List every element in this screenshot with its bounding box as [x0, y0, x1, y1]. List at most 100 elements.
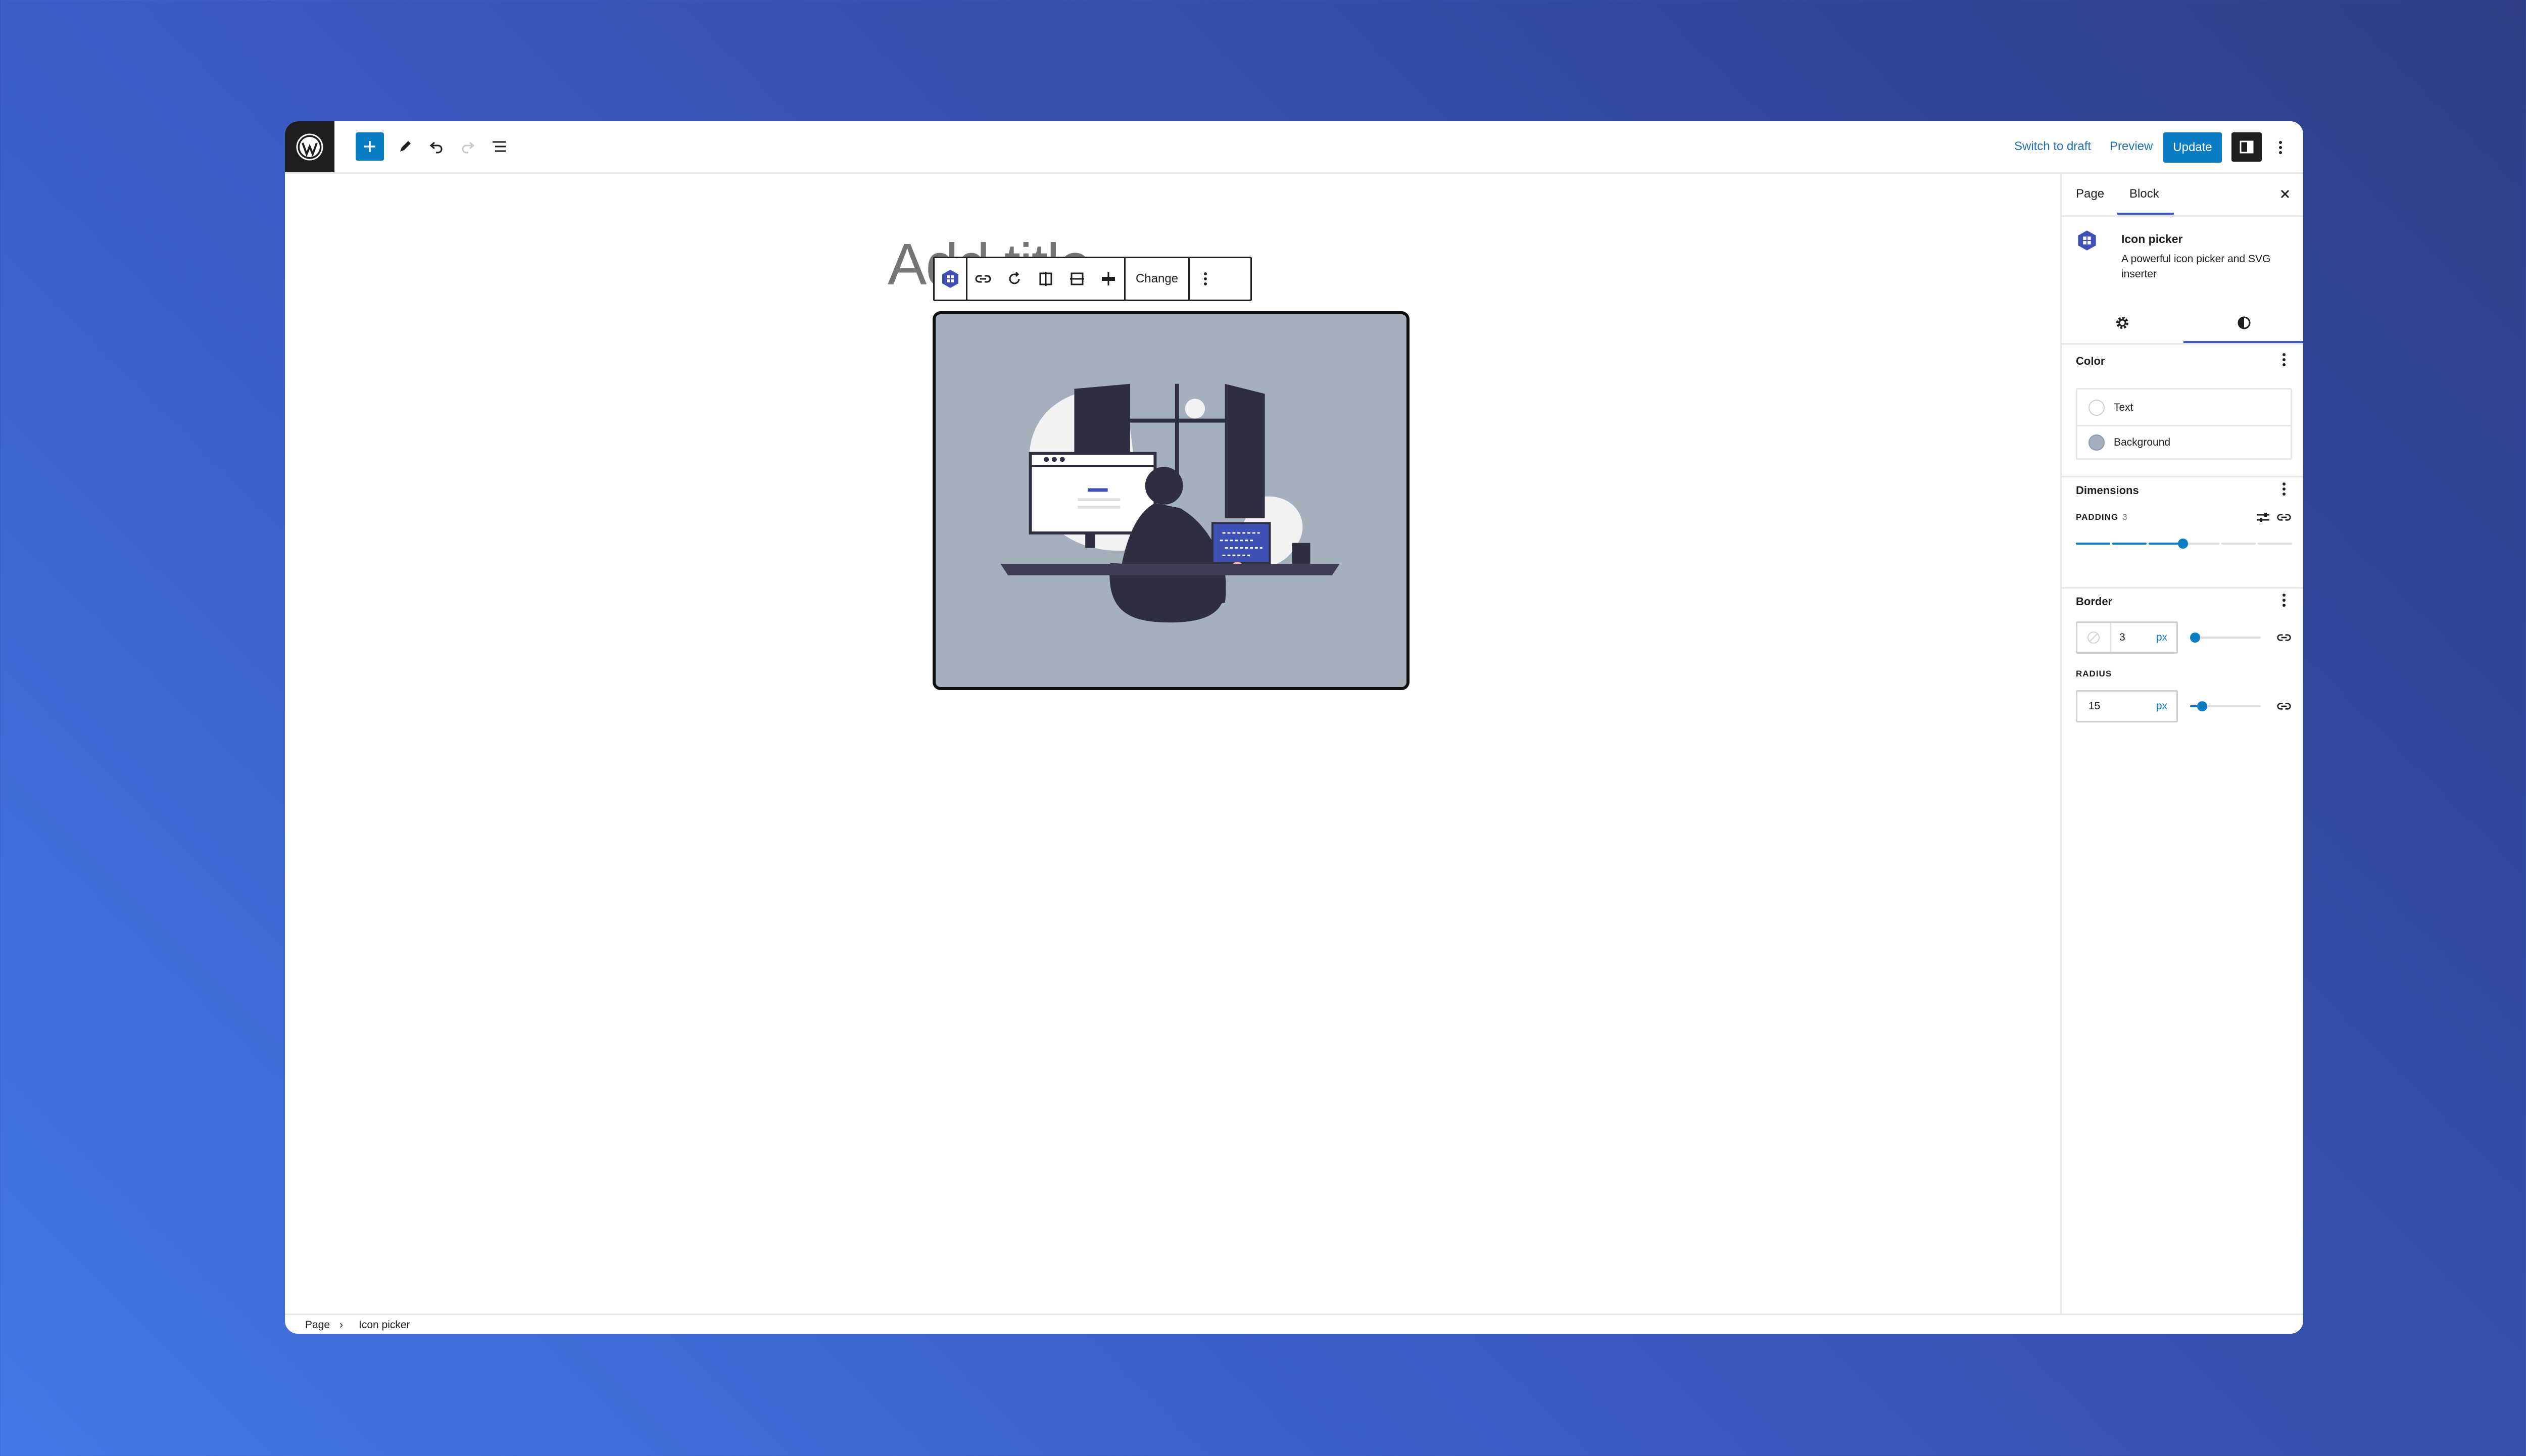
text-color-label: Text: [2114, 402, 2133, 413]
radius-label: RADIUS: [2076, 669, 2112, 678]
tools-button[interactable]: [391, 132, 419, 161]
settings-sliders-icon: [2257, 513, 2269, 522]
inspector-tabs: [2062, 303, 2303, 345]
block-breadcrumb: Page › Icon picker: [285, 1314, 2303, 1334]
more-vertical-icon: [2279, 141, 2282, 154]
text-color-swatch: [2088, 400, 2105, 416]
document-overview-button[interactable]: [485, 132, 513, 161]
change-group: Change: [1126, 258, 1190, 300]
border-panel-title: Border: [2076, 595, 2113, 608]
border-width-control[interactable]: 3 px: [2076, 621, 2178, 654]
justify-center-button[interactable]: [1093, 260, 1124, 298]
link-icon: [2277, 514, 2291, 521]
undo-button[interactable]: [422, 132, 451, 161]
tab-page[interactable]: Page: [2076, 187, 2104, 201]
flip-horizontal-button[interactable]: [1030, 260, 1061, 298]
block-options-button[interactable]: [1190, 260, 1221, 298]
dimensions-panel-title: Dimensions: [2076, 484, 2139, 497]
redo-button[interactable]: [454, 132, 482, 161]
rotate-button[interactable]: [999, 260, 1030, 298]
padding-slider-thumb[interactable]: [2178, 539, 2188, 549]
border-width-value[interactable]: 3: [2119, 632, 2125, 644]
active-tab-indicator: [2117, 213, 2174, 215]
breadcrumb-separator: ›: [339, 1319, 343, 1331]
border-radius-unit[interactable]: px: [2156, 700, 2167, 712]
border-panel-options-button[interactable]: [2276, 590, 2292, 610]
border-width-track: [2190, 637, 2261, 639]
background-color-label: Background: [2114, 436, 2171, 448]
tab-block[interactable]: Block: [2129, 187, 2159, 201]
undo-icon: [429, 141, 443, 154]
breadcrumb-page[interactable]: Page: [305, 1319, 330, 1331]
pencil-icon: [400, 141, 411, 152]
switch-to-draft-link[interactable]: Switch to draft: [2014, 139, 2091, 154]
preview-link[interactable]: Preview: [2110, 139, 2153, 154]
close-sidebar-button[interactable]: [2274, 183, 2296, 205]
wordpress-icon: [296, 133, 323, 160]
link-button[interactable]: [967, 260, 999, 298]
wordpress-logo-button[interactable]: [285, 121, 334, 172]
dimensions-panel-options-button[interactable]: [2276, 479, 2292, 499]
border-radius-value[interactable]: 15: [2088, 700, 2100, 712]
close-icon: [2280, 189, 2290, 199]
link-icon: [2277, 634, 2291, 641]
color-panel-options-button[interactable]: [2276, 350, 2292, 370]
border-width-unit[interactable]: px: [2156, 632, 2167, 644]
gear-icon: [2116, 317, 2128, 329]
border-radius-slider[interactable]: [2190, 700, 2261, 712]
unlink-sides-button[interactable]: [2276, 507, 2292, 527]
icon-picker-block[interactable]: [933, 311, 1410, 690]
block-type-button[interactable]: [935, 260, 966, 298]
block-title: Icon picker: [2121, 232, 2183, 246]
plus-icon: [364, 141, 375, 152]
breadcrumb-icon-picker[interactable]: Icon picker: [359, 1319, 410, 1331]
block-controls-group: [967, 258, 1126, 300]
settings-toggle-button[interactable]: [2231, 132, 2262, 162]
list-view-icon: [493, 141, 506, 152]
custom-padding-button[interactable]: [2256, 507, 2271, 527]
more-vertical-icon: [2282, 353, 2286, 366]
no-color-icon: [2087, 632, 2100, 644]
panel-divider: [2062, 587, 2303, 589]
update-button[interactable]: Update: [2163, 132, 2222, 163]
background-color-item[interactable]: Background: [2077, 425, 2291, 460]
background-color-swatch: [2088, 434, 2105, 451]
editor-window: Switch to draft Preview Update Add title: [285, 121, 2303, 1334]
link-icon: [975, 275, 991, 283]
padding-value: 3: [2122, 512, 2127, 522]
border-radius-control[interactable]: 15 px: [2076, 690, 2178, 722]
padding-step-5: [2221, 543, 2256, 545]
flip-horizontal-icon: [1039, 272, 1052, 286]
more-vertical-icon: [2282, 594, 2286, 607]
active-inspector-tab-indicator: [2183, 341, 2303, 343]
color-options-box: Text Background: [2076, 388, 2292, 460]
padding-step-slider[interactable]: [2076, 539, 2292, 549]
border-unlink-button[interactable]: [2276, 627, 2292, 648]
more-vertical-icon: [2282, 482, 2286, 496]
icon-picker-block-icon: [942, 270, 958, 288]
link-icon: [2277, 703, 2291, 710]
border-width-thumb[interactable]: [2190, 633, 2200, 643]
rotate-icon: [1009, 271, 1020, 284]
padding-step-4: [2185, 543, 2219, 545]
change-icon-button[interactable]: Change: [1126, 260, 1188, 298]
color-panel-title: Color: [2076, 355, 2105, 367]
padding-step-6: [2258, 543, 2292, 545]
border-width-slider[interactable]: [2190, 632, 2261, 644]
padding-label-text: PADDING: [2076, 512, 2119, 522]
text-color-item[interactable]: Text: [2077, 391, 2291, 426]
flip-vertical-button[interactable]: [1061, 260, 1093, 298]
radius-unlink-button[interactable]: [2276, 696, 2292, 716]
border-color-button[interactable]: [2077, 623, 2111, 652]
padding-label: PADDING 3: [2076, 512, 2127, 522]
options-menu-button[interactable]: [2270, 133, 2291, 162]
editor-canvas[interactable]: Add title: [285, 174, 2060, 1314]
tab-styles[interactable]: [2234, 313, 2254, 333]
sidebar-tabs: Page Block: [2062, 174, 2303, 217]
block-switcher-group: [935, 258, 967, 300]
padding-step-1: [2076, 543, 2110, 545]
contrast-icon: [2238, 316, 2251, 329]
border-radius-thumb[interactable]: [2197, 701, 2207, 711]
tab-settings[interactable]: [2112, 313, 2132, 333]
add-block-button[interactable]: [356, 132, 384, 161]
